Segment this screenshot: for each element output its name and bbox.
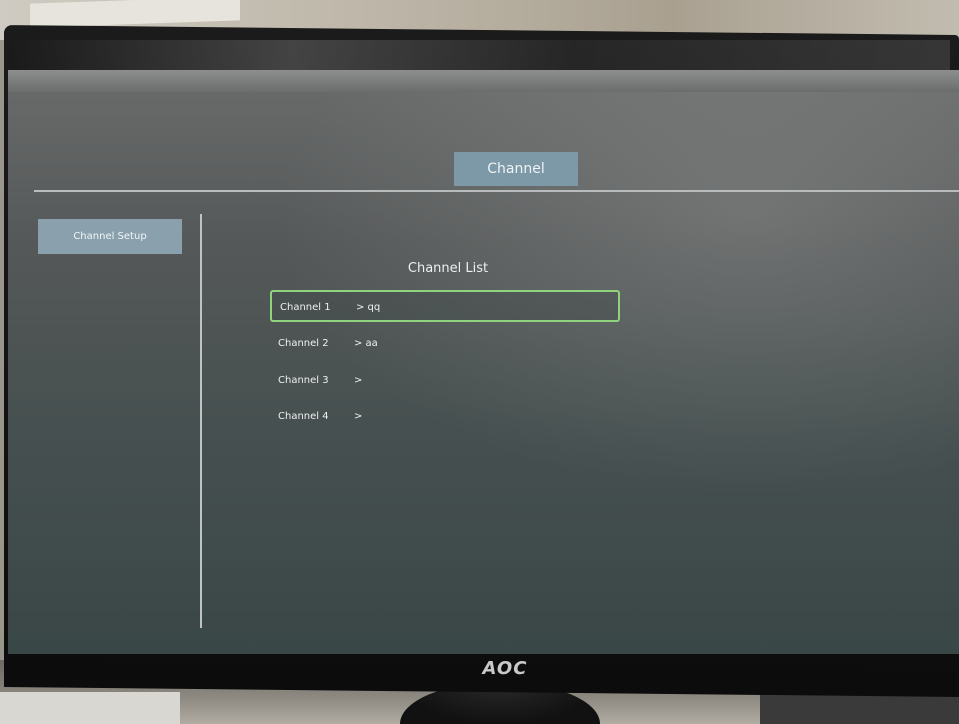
screen: Channel Channel Setup Channel List Chann… [8,70,959,654]
channel-row-3[interactable]: Channel 3 > [270,365,620,397]
desk-item [0,692,180,724]
monitor-brand-logo: AOC [482,658,528,679]
sidebar-divider [200,214,202,628]
header-title-tab[interactable]: Channel [454,152,578,186]
channel-row-2[interactable]: Channel 2 > aa [270,328,620,360]
channel-name: Channel 2 [278,338,329,349]
channel-row-4[interactable]: Channel 4 > [270,401,620,433]
channel-value: > [354,411,363,422]
bezel-reflection [10,40,950,70]
screen-top-band [8,70,959,92]
channel-row-1[interactable]: Channel 1 > qq [270,290,620,322]
channel-value: > aa [354,338,378,349]
channel-value: > qq [356,302,381,313]
sidebar-item-channel-setup[interactable]: Channel Setup [38,219,182,254]
channel-name: Channel 4 [278,411,329,422]
header-divider [34,190,959,192]
channel-name: Channel 3 [278,375,329,386]
channel-list-title: Channel List [407,261,489,276]
channel-name: Channel 1 [280,302,331,313]
channel-value: > [354,375,363,386]
